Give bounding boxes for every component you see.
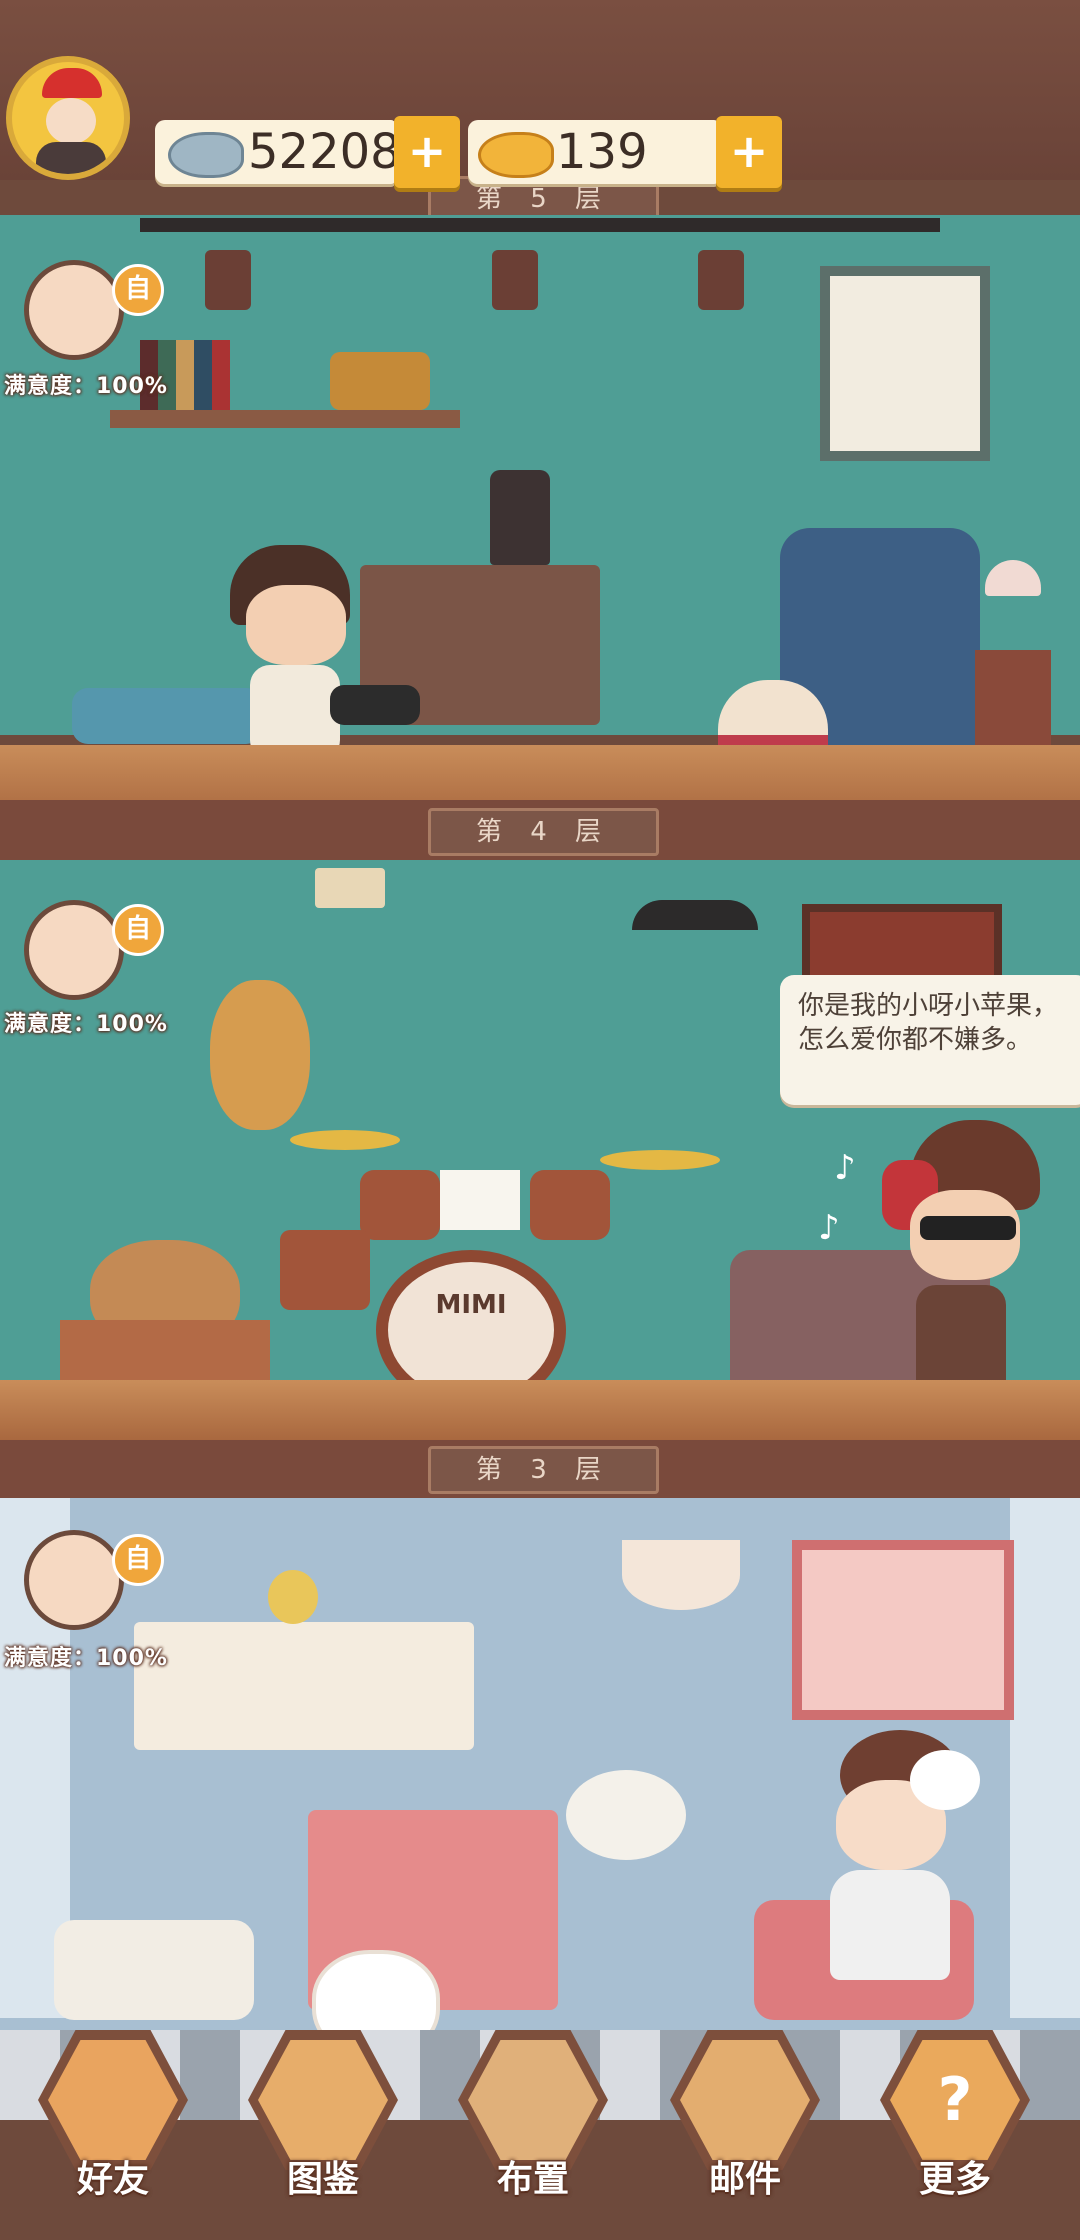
floor-3-resident-status[interactable]: 自 满意度：100% bbox=[0, 900, 180, 1040]
silver-fish-icon bbox=[168, 132, 244, 178]
sheet-music bbox=[440, 1170, 520, 1230]
nav-catalog-button[interactable]: 图鉴 bbox=[238, 2030, 408, 2200]
photographer-face bbox=[246, 585, 346, 665]
nav-mail-label: 邮件 bbox=[708, 2159, 781, 2200]
angel-dress bbox=[830, 1870, 950, 1980]
drum-label: MIMI bbox=[435, 1290, 507, 1320]
spotlight-2 bbox=[492, 250, 538, 310]
satisfaction-text: 满意度：100% bbox=[4, 374, 168, 399]
potted-flowers bbox=[268, 1570, 318, 1624]
floor-3-label-text: 第 3 层 bbox=[475, 1455, 612, 1485]
satisfaction-text: 满意度：100% bbox=[4, 1012, 168, 1037]
nav-friends-label: 好友 bbox=[76, 2159, 149, 2200]
nav-more-button[interactable]: ? 更多 bbox=[870, 2030, 1040, 2200]
player-avatar[interactable] bbox=[6, 56, 130, 180]
gold-fish-icon bbox=[478, 132, 554, 178]
sunglasses-icon bbox=[920, 1216, 1016, 1240]
silver-fish-value: 52208 bbox=[248, 124, 401, 180]
nav-catalog-label: 图鉴 bbox=[286, 2159, 359, 2200]
avatar-face bbox=[46, 98, 96, 144]
add-silver-fish-button[interactable]: + bbox=[394, 116, 460, 188]
santa-hat-icon bbox=[42, 68, 102, 98]
nav-decorate-label: 布置 bbox=[496, 2159, 569, 2200]
tom-drum-right bbox=[530, 1170, 610, 1240]
ceiling-lamp-2 bbox=[632, 900, 758, 930]
drum-kit[interactable]: MIMI bbox=[280, 1130, 720, 1420]
nav-friends-button[interactable]: 好友 bbox=[28, 2030, 198, 2200]
floor-3-ground bbox=[0, 1380, 1080, 1440]
cymbal-right bbox=[600, 1150, 720, 1170]
floor-5-label-text: 第 5 层 bbox=[475, 184, 612, 214]
floor-4-label-text: 第 4 层 bbox=[475, 817, 612, 847]
speech-line-2: 怎么爱你都不嫌多。 bbox=[798, 1025, 1033, 1055]
nav-more-label: 更多 bbox=[918, 2159, 991, 2200]
angel-character[interactable] bbox=[800, 1730, 980, 1990]
cymbal-left bbox=[290, 1130, 400, 1150]
wall-painting[interactable] bbox=[802, 904, 1002, 984]
camera-bag bbox=[330, 352, 430, 410]
pink-painting[interactable] bbox=[792, 1540, 1014, 1720]
diary-icon[interactable]: 自 bbox=[112, 904, 164, 956]
vases bbox=[490, 470, 550, 565]
camera-icon bbox=[330, 685, 420, 725]
white-shelf[interactable] bbox=[134, 1622, 474, 1750]
angel-wing bbox=[910, 1750, 980, 1810]
speech-bubble: 你是我的小呀小苹果， 怎么爱你都不嫌多。 bbox=[780, 975, 1080, 1105]
spotlight-3 bbox=[698, 250, 744, 310]
resident-avatar bbox=[24, 260, 124, 360]
pendant-lamp bbox=[622, 1540, 740, 1610]
diary-icon[interactable]: 自 bbox=[112, 264, 164, 316]
curtain-right bbox=[1010, 1498, 1080, 2018]
satisfaction-text: 满意度：100% bbox=[4, 1646, 168, 1671]
white-flowers bbox=[566, 1770, 686, 1860]
ceiling-lamp-1 bbox=[315, 868, 385, 908]
diary-icon[interactable]: 自 bbox=[112, 1534, 164, 1586]
light-rail bbox=[140, 218, 940, 232]
resident-avatar bbox=[24, 900, 124, 1000]
floor-3-label: 第 3 层 bbox=[428, 1446, 659, 1494]
guitar-icon[interactable] bbox=[210, 980, 310, 1130]
speech-line-1: 你是我的小呀小苹果， bbox=[798, 991, 1059, 1021]
tom-drum-left bbox=[360, 1170, 440, 1240]
resident-avatar bbox=[24, 1530, 124, 1630]
floor-2-resident-status[interactable]: 自 满意度：100% bbox=[0, 1530, 180, 1671]
white-sofa[interactable] bbox=[54, 1920, 254, 2020]
nav-decorate-button[interactable]: 布置 bbox=[448, 2030, 618, 2200]
music-note-icon: ♪ bbox=[834, 1148, 856, 1188]
nav-mail-button[interactable]: 邮件 bbox=[660, 2030, 830, 2200]
floor-4-label-visible: 第 4 层 bbox=[428, 808, 659, 856]
snare-drum bbox=[280, 1230, 370, 1310]
wall-shelf[interactable] bbox=[110, 410, 460, 428]
add-gold-fish-button[interactable]: + bbox=[716, 116, 782, 188]
side-table bbox=[975, 650, 1051, 755]
gold-fish-value: 139 bbox=[556, 124, 648, 180]
music-note-icon-2: ♪ bbox=[818, 1208, 840, 1248]
spotlight-1 bbox=[205, 250, 251, 310]
floor-4-resident-status[interactable]: 自 满意度：100% bbox=[0, 260, 180, 400]
framed-portrait[interactable] bbox=[820, 266, 990, 461]
